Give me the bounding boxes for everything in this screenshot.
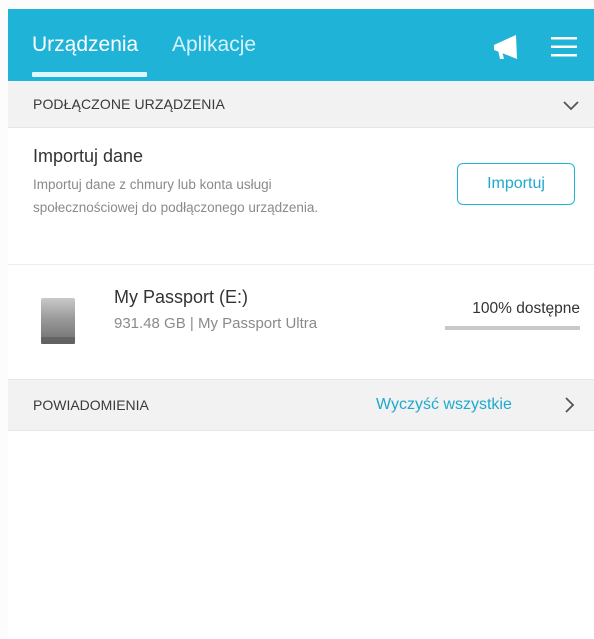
device-row[interactable]: My Passport (E:) 931.48 GB | My Passport… (8, 265, 594, 379)
availability-text: 100% dostępne (472, 300, 580, 317)
active-tab-indicator (32, 72, 147, 77)
device-details: 931.48 GB | My Passport Ultra (114, 315, 318, 332)
chevron-down-icon[interactable] (562, 99, 580, 117)
top-bar: Urządzenia Aplikacje (8, 9, 594, 81)
connected-devices-label: PODŁĄCZONE URZĄDZENIA (33, 96, 225, 112)
import-button[interactable]: Importuj (457, 163, 575, 205)
availability-bar (445, 326, 580, 330)
megaphone-icon[interactable] (491, 34, 521, 67)
notifications-label: POWIADOMIENIA (33, 397, 149, 413)
app-panel: Urządzenia Aplikacje PODŁĄCZONE URZĄDZEN… (8, 9, 594, 639)
hamburger-menu-icon[interactable] (551, 36, 577, 63)
external-drive-icon (40, 297, 76, 350)
notifications-header: POWIADOMIENIA Wyczyść wszystkie (8, 379, 594, 431)
notifications-list (8, 431, 594, 631)
tab-devices[interactable]: Urządzenia (32, 33, 138, 57)
device-name: My Passport (E:) (114, 287, 249, 307)
import-title: Importuj dane (33, 146, 144, 166)
chevron-right-icon[interactable] (564, 396, 576, 419)
availability-bar-fill (445, 326, 580, 330)
connected-devices-header[interactable]: PODŁĄCZONE URZĄDZENIA (8, 81, 594, 128)
clear-all-link[interactable]: Wyczyść wszystkie (376, 396, 512, 414)
tab-apps[interactable]: Aplikacje (172, 33, 256, 57)
import-description: Importuj dane z chmury lub konta usługi … (33, 177, 319, 215)
